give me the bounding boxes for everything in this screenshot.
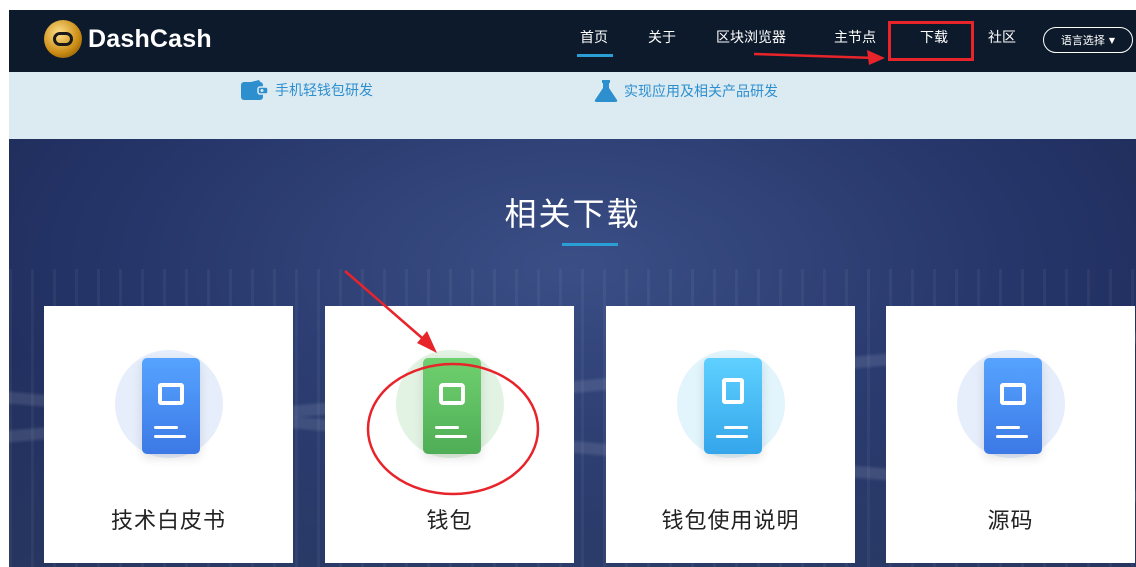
- screenshot: DashCash 首页 关于 区块浏览器 主节点 下载 社区 语言选择 ▼ 手机…: [9, 10, 1136, 567]
- card-label: 技术白皮书: [110, 509, 226, 534]
- nav-active-indicator: [577, 54, 613, 57]
- download-card-source-code[interactable]: 源码: [886, 306, 1135, 563]
- card-label: 钱包使用说明: [661, 509, 800, 534]
- nav-item-about[interactable]: 关于: [648, 27, 676, 47]
- section-title: 相关下载: [504, 195, 641, 233]
- wallet-icon: [241, 80, 269, 100]
- download-card-whitepaper[interactable]: 技术白皮书: [44, 306, 293, 563]
- brand-name: DashCash: [88, 24, 212, 53]
- feature-item: 实现应用及相关产品研发: [594, 80, 778, 102]
- card-label: 钱包: [426, 509, 473, 534]
- language-select-button[interactable]: 语言选择 ▼: [1043, 27, 1133, 53]
- book-icon: [142, 358, 200, 454]
- feature-label: 手机轻钱包研发: [275, 83, 373, 99]
- top-navbar: DashCash 首页 关于 区块浏览器 主节点 下载 社区 语言选择 ▼: [9, 10, 1136, 72]
- book-icon: [984, 358, 1042, 454]
- feature-strip: 手机轻钱包研发 实现应用及相关产品研发: [9, 72, 1136, 139]
- language-select-label: 语言选择: [1060, 34, 1105, 47]
- nav-item-download[interactable]: 下载: [920, 27, 948, 47]
- nav-item-home[interactable]: 首页: [580, 27, 608, 47]
- downloads-section: 相关下载 技术白皮书 钱包 钱包使用说明 源码: [9, 139, 1136, 567]
- download-card-wallet[interactable]: 钱包: [325, 306, 574, 563]
- logo[interactable]: DashCash: [44, 20, 212, 58]
- download-card-wallet-guide[interactable]: 钱包使用说明: [606, 306, 855, 563]
- bookmark-book-icon: [704, 358, 762, 454]
- dashcash-logo-icon: [44, 20, 82, 58]
- card-label: 源码: [987, 509, 1034, 534]
- title-underline: [562, 243, 618, 246]
- nav-item-community[interactable]: 社区: [988, 27, 1016, 47]
- flask-icon: [594, 80, 618, 102]
- nav-item-block-explorer[interactable]: 区块浏览器: [716, 27, 786, 47]
- feature-label: 实现应用及相关产品研发: [624, 84, 778, 100]
- caret-down-icon: ▼: [1108, 35, 1116, 45]
- nav-item-masternode[interactable]: 主节点: [834, 27, 876, 47]
- wallet-icon: [423, 358, 481, 454]
- feature-item: 手机轻钱包研发: [241, 80, 373, 100]
